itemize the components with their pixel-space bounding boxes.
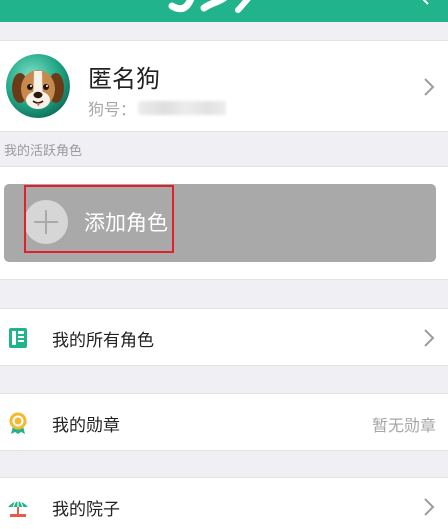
menu-item-yard[interactable]: 我的院子 xyxy=(0,477,448,529)
chevron-right-icon xyxy=(424,498,435,516)
add-role-button[interactable]: 添加角色 xyxy=(4,184,436,262)
menu-item-all-roles-label: 我的所有角色 xyxy=(52,331,154,351)
profile-name: 匿名狗 xyxy=(88,65,160,93)
add-role-highlight-box xyxy=(24,185,174,253)
app-title-fragment xyxy=(168,0,251,13)
yard-icon xyxy=(8,496,28,517)
medal-icon xyxy=(9,412,27,434)
dog-avatar[interactable] xyxy=(6,54,70,118)
chevron-right-icon xyxy=(424,78,435,96)
role-card-icon xyxy=(9,328,27,348)
active-roles-label: 我的活跃角色 xyxy=(4,144,83,159)
profile-id-row: 狗号： xyxy=(88,96,227,120)
profile-id-label: 狗号： xyxy=(88,100,137,119)
profile-id-redacted xyxy=(138,101,227,115)
profile-card[interactable]: 匿名狗 狗号： xyxy=(0,40,448,132)
top-bar xyxy=(0,0,448,22)
top-right-icon[interactable] xyxy=(420,0,434,10)
menu-item-all-roles[interactable]: 我的所有角色 xyxy=(0,308,448,366)
medals-status: 暂无勋章 xyxy=(371,416,436,435)
menu-item-medals[interactable]: 我的勋章 暂无勋章 xyxy=(0,393,448,451)
menu-item-yard-label: 我的院子 xyxy=(52,500,120,520)
menu-item-medals-label: 我的勋章 xyxy=(52,416,120,436)
chevron-right-icon xyxy=(424,329,435,347)
active-roles-panel: 添加角色 xyxy=(0,166,448,280)
